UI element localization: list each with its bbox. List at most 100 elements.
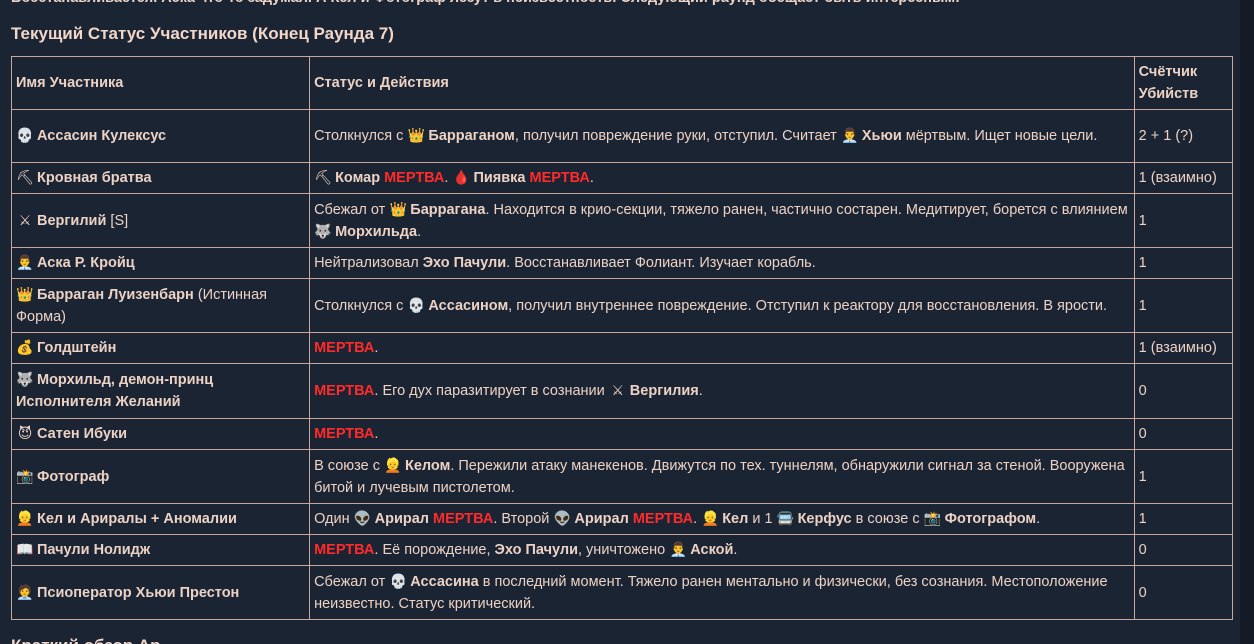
status-text: Нейтрализовал [314,255,423,271]
status-ref: Арирал [574,511,629,527]
kill-count: 1 [1133,193,1234,248]
kill-count: 0 [1133,418,1234,450]
participant-name-text: Вергилий [37,212,107,229]
status-text: . [374,426,379,442]
participant-status: Нейтрализовал Эхо Пачули. Восстанавливае… [309,247,1135,279]
participant-name-text: Кровная братва [37,170,152,186]
status-text: . Её порождение, [374,542,495,558]
status-text: Столкнулся с [314,128,408,144]
kill-count: 0 [1133,565,1234,620]
status-ref: Пиявка [473,170,526,186]
status-text: В союзе с [314,457,384,474]
table-row: 👑 Барраган Луизенбарн (Истинная Форма) Ст… [10,278,1234,333]
participant-name: 💀 Ассасин Кулексус [10,109,311,163]
dead-label: МЕРТВА [384,170,445,186]
table-row: 🧑‍💼 Псиоператор Хьюи Престон Сбежал от 💀 А… [10,565,1234,620]
blond-person-icon: 👱 [384,456,402,473]
status-text: , получил повреждение руки, отступил. Сч… [514,128,841,144]
participant-status: ⛏ Комар МЕРТВА. 🩸 Пиявка МЕРТВА. [309,162,1135,194]
status-ref: Хьюи [861,128,902,144]
kill-count: 1 [1133,503,1234,535]
table-row: ⛏ Кровная братва ⛏ Комар МЕРТВА. 🩸 Пиявка М… [10,162,1234,194]
status-ref: Эхо Пачули [422,255,507,271]
dead-label: МЕРТВА [529,170,590,186]
swords-icon: ⚔ [18,211,32,228]
participant-status: Сбежал от 💀 Ассасина в последний момент. … [309,565,1135,620]
status-text: . [374,340,379,356]
wolf-icon: 🐺 [314,222,332,239]
participant-status: Сбежал от 👑 Баррагана. Находится в крио-с… [309,193,1135,248]
status-ref: Барраганом [428,128,515,144]
kill-count: 0 [1133,534,1234,566]
crown-icon: 👑 [407,127,426,143]
dead-label: МЕРТВА [632,511,694,527]
table-row: 😈 Сатен Ибуки МЕРТВА. 0 [10,418,1234,450]
participant-name: 👱 Кел и Ариралы + Аномалии [10,503,311,535]
participant-name-text: Сатен Ибуки [37,426,128,442]
table-row: 🐺 Морхильд, демон-принц Исполнителя Желан… [10,363,1234,419]
status-table: Имя Участника Статус и Действия Счётчик … [10,56,1234,620]
status-ref: Эхо Пачули [494,542,578,558]
kill-count: 1 [1133,278,1234,333]
participant-status: Один 👽 Арирал МЕРТВА. Второй 👽 Арирал МЕРТ… [309,503,1135,535]
participant-name: ⛏ Кровная братва [10,162,311,194]
money-bag-icon: 💰 [16,339,34,355]
dead-label: МЕРТВА [314,542,375,558]
status-text: . [444,170,453,186]
kill-count: 1 (взаимно) [1133,162,1234,194]
person-icon: 👨‍💼 [669,541,687,557]
status-ref: Баррагана [410,201,486,218]
status-text: . [698,383,703,399]
status-text: в союзе с [851,511,924,527]
status-ref: Келом [405,457,451,474]
operator-icon: 🧑‍💼 [16,583,34,600]
swords-icon: ⚔ [611,382,625,398]
participant-name: 📖 Пачули Нолидж [10,534,311,566]
pick-icon: ⛏ [314,169,332,185]
table-row: 💀 Ассасин Кулексус Столкнулся с 👑 Барраган… [10,109,1234,163]
next-section-title: Краткий обзор Ар [11,634,161,644]
person-icon: 👨‍💼 [841,127,859,143]
kill-count: 0 [1133,363,1234,419]
status-text: Столкнулся с [314,297,408,314]
status-ref: Арирал [374,511,430,527]
section-title: Текущий Статус Участников (Конец Раунда … [11,24,394,43]
status-ref: Фотографом [944,511,1037,527]
status-ref: Ассасина [410,573,479,590]
status-text: мёртвым. Ищет новые цели. [901,128,1098,144]
header-kills: Счётчик Убийств [1133,56,1234,110]
participant-name-text: Барраган Луизенбарн [37,286,194,303]
status-text: . Находится в крио-секции, тяжело ранен,… [485,201,1128,218]
kill-count: 1 [1133,449,1234,504]
participant-name: 📸 Фотограф [10,449,311,504]
blond-person-icon: 👱 [701,510,719,526]
dead-label: МЕРТВА [314,383,375,399]
participant-name-extra: [S] [110,212,129,229]
table-row: 📸 Фотограф В союзе с 👱 Келом. Пережили ата… [10,449,1234,504]
table-row: ⚔ Вергилий [S] Сбежал от 👑 Баррагана. Нахо… [10,193,1234,248]
scrollbar[interactable] [1240,0,1254,644]
participant-name: 👨‍💼 Аска Р. Кройц [10,247,311,279]
participant-status: МЕРТВА. Его дух паразитирует в сознании … [309,363,1135,419]
chat-page: Восстанавливается. Аска что-то задумал. … [0,0,1254,644]
participant-status: МЕРТВА. Её порождение, Эхо Пачули, уничт… [309,534,1135,566]
dead-label: МЕРТВА [314,340,375,356]
status-text: . Его дух паразитирует в сознании [374,383,609,399]
dead-label: МЕРТВА [433,511,494,527]
participant-name-text: Голдштейн [37,340,117,356]
book-icon: 📖 [16,541,34,557]
status-text: . Восстанавливает Фолиант. Изучает кораб… [506,255,816,271]
status-text: . [733,542,738,558]
skull-icon: 💀 [16,127,34,143]
status-text: . Второй [493,511,554,527]
participant-status: Столкнулся с 👑 Барраганом, получил повреж… [309,109,1135,163]
participant-status: МЕРТВА. [309,418,1135,450]
kill-count: 2 + 1 (?) [1133,109,1234,163]
skull-icon: 💀 [389,572,407,589]
participant-name: 💰 Голдштейн [10,332,311,364]
participant-name: ⚔ Вергилий [S] [10,193,311,248]
crown-icon: 👑 [16,285,34,302]
skull-icon: 💀 [407,296,426,313]
blond-person-icon: 👱 [16,510,34,526]
kill-count: 1 [1133,247,1234,279]
